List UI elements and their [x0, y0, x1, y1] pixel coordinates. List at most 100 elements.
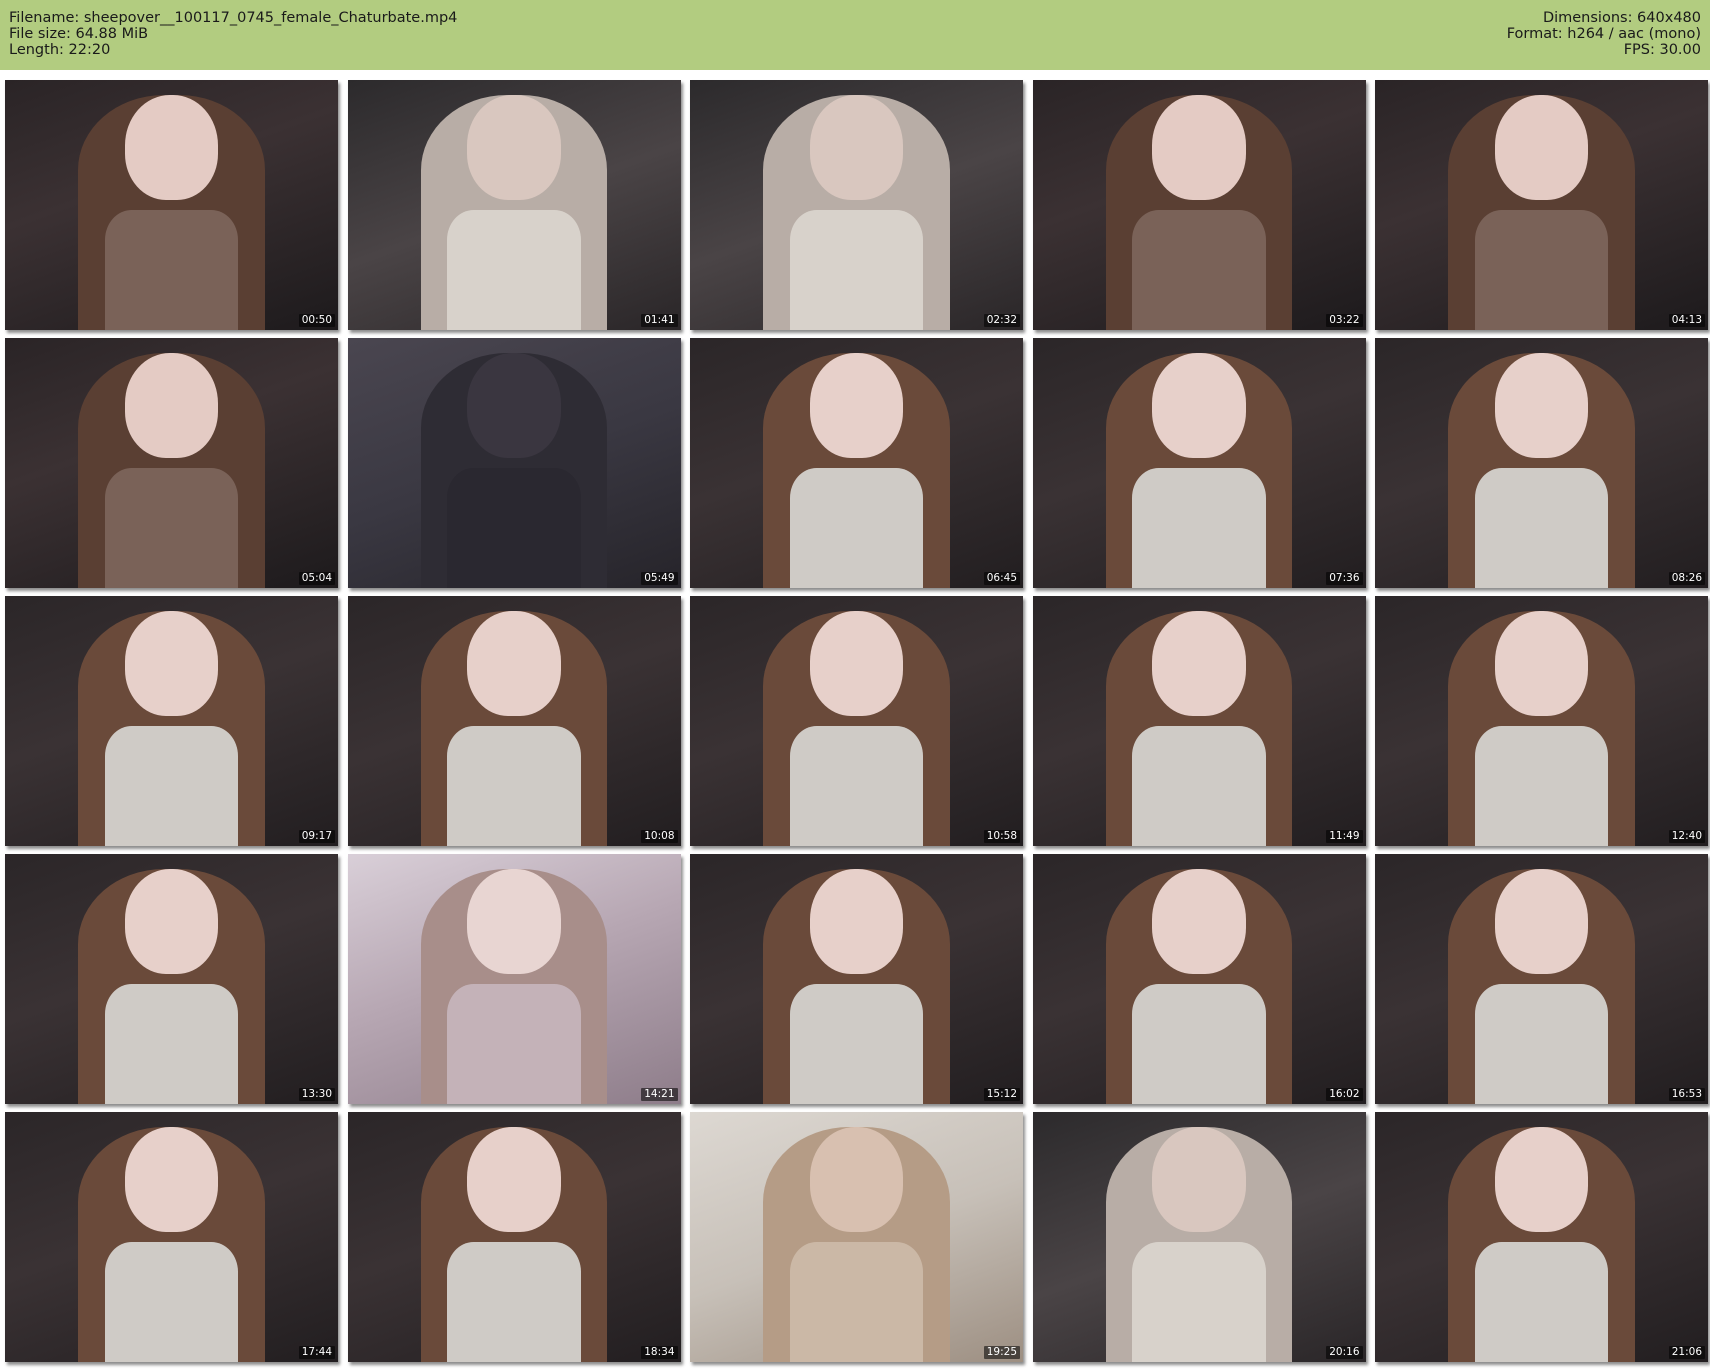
thumbnail-image — [1032, 338, 1366, 588]
video-thumbnail[interactable]: 10:08 — [347, 596, 681, 846]
video-thumbnail[interactable]: 21:06 — [1375, 1112, 1708, 1362]
thumbnail-image — [1375, 1112, 1708, 1362]
dress-shape — [789, 1242, 924, 1362]
thumbnail-image — [690, 596, 1023, 846]
thumbnail-image — [690, 854, 1023, 1104]
video-thumbnail[interactable]: 04:13 — [1375, 80, 1708, 330]
thumbnail-image — [347, 854, 681, 1104]
thumbnail-timestamp: 07:36 — [1326, 572, 1363, 585]
dress-shape — [447, 1242, 581, 1362]
face-shape — [124, 1127, 219, 1232]
thumbnail-timestamp: 19:25 — [983, 1346, 1020, 1359]
dress-shape — [1132, 726, 1266, 846]
thumbnail-timestamp: 01:41 — [641, 314, 678, 327]
thumbnail-image — [1032, 1112, 1366, 1362]
thumbnail-timestamp: 17:44 — [298, 1346, 335, 1359]
video-thumbnail[interactable]: 18:34 — [347, 1112, 681, 1362]
face-shape — [809, 611, 904, 716]
video-thumbnail[interactable]: 03:22 — [1032, 80, 1366, 330]
thumbnail-timestamp: 04:13 — [1668, 314, 1705, 327]
thumbnail-image — [1375, 854, 1708, 1104]
video-thumbnail[interactable]: 13:30 — [5, 854, 338, 1104]
face-shape — [1494, 95, 1589, 200]
dress-shape — [447, 984, 581, 1104]
face-shape — [467, 95, 561, 200]
thumbnail-image — [1375, 596, 1708, 846]
thumbnail-timestamp: 18:34 — [641, 1346, 678, 1359]
dress-shape — [1474, 468, 1609, 588]
dress-shape — [1132, 1242, 1266, 1362]
thumbnail-image — [347, 80, 681, 330]
thumbnail-timestamp: 20:16 — [1326, 1346, 1363, 1359]
thumbnail-image — [5, 854, 338, 1104]
dress-shape — [447, 468, 581, 588]
dress-shape — [1132, 984, 1266, 1104]
filename-text: Filename: sheepover__100117_0745_female_… — [9, 10, 458, 26]
thumbnail-timestamp: 13:30 — [298, 1088, 335, 1101]
face-shape — [1494, 353, 1589, 458]
video-thumbnail[interactable]: 16:02 — [1032, 854, 1366, 1104]
face-shape — [467, 611, 561, 716]
video-thumbnail[interactable]: 05:04 — [5, 338, 338, 588]
thumbnail-image — [5, 596, 338, 846]
video-thumbnail[interactable]: 08:26 — [1375, 338, 1708, 588]
video-thumbnail[interactable]: 19:25 — [690, 1112, 1023, 1362]
face-shape — [809, 869, 904, 974]
length-text: Length: 22:20 — [9, 42, 111, 58]
thumbnail-grid: 00:50 01:41 02:32 03:22 04:13 05:04 05:49 06:45… — [5, 80, 1708, 1362]
video-thumbnail[interactable]: 17:44 — [5, 1112, 338, 1362]
video-thumbnail[interactable]: 00:50 — [5, 80, 338, 330]
thumbnail-timestamp: 08:26 — [1668, 572, 1705, 585]
video-thumbnail[interactable]: 05:49 — [347, 338, 681, 588]
face-shape — [124, 611, 219, 716]
video-thumbnail[interactable]: 12:40 — [1375, 596, 1708, 846]
thumbnail-timestamp: 11:49 — [1326, 830, 1363, 843]
face-shape — [1494, 611, 1589, 716]
video-thumbnail[interactable]: 02:32 — [690, 80, 1023, 330]
thumbnail-image — [347, 596, 681, 846]
dress-shape — [104, 726, 239, 846]
dress-shape — [104, 468, 239, 588]
face-shape — [1152, 611, 1246, 716]
fps-text: FPS: 30.00 — [1623, 42, 1701, 58]
face-shape — [1152, 95, 1246, 200]
face-shape — [809, 353, 904, 458]
thumbnail-timestamp: 10:08 — [641, 830, 678, 843]
thumbnail-image — [5, 338, 338, 588]
thumbnail-timestamp: 05:04 — [298, 572, 335, 585]
thumbnail-timestamp: 21:06 — [1668, 1346, 1705, 1359]
video-thumbnail[interactable]: 15:12 — [690, 854, 1023, 1104]
video-thumbnail[interactable]: 09:17 — [5, 596, 338, 846]
thumbnail-timestamp: 10:58 — [983, 830, 1020, 843]
face-shape — [467, 1127, 561, 1232]
thumbnail-timestamp: 06:45 — [983, 572, 1020, 585]
face-shape — [467, 353, 561, 458]
video-thumbnail[interactable]: 10:58 — [690, 596, 1023, 846]
thumbnail-image — [1375, 338, 1708, 588]
thumbnail-image — [347, 1112, 681, 1362]
video-thumbnail[interactable]: 11:49 — [1032, 596, 1366, 846]
thumbnail-timestamp: 14:21 — [641, 1088, 678, 1101]
video-thumbnail[interactable]: 06:45 — [690, 338, 1023, 588]
video-thumbnail[interactable]: 16:53 — [1375, 854, 1708, 1104]
video-thumbnail[interactable]: 20:16 — [1032, 1112, 1366, 1362]
dress-shape — [1474, 1242, 1609, 1362]
face-shape — [124, 353, 219, 458]
face-shape — [1152, 869, 1246, 974]
dress-shape — [104, 1242, 239, 1362]
video-thumbnail[interactable]: 01:41 — [347, 80, 681, 330]
video-thumbnail[interactable]: 14:21 — [347, 854, 681, 1104]
thumbnail-image — [690, 338, 1023, 588]
thumbnail-image — [690, 80, 1023, 330]
dress-shape — [104, 210, 239, 330]
thumbnail-timestamp: 09:17 — [298, 830, 335, 843]
thumbnail-timestamp: 05:49 — [641, 572, 678, 585]
file-info-header: Filename: sheepover__100117_0745_female_… — [0, 0, 1710, 70]
thumbnail-timestamp: 00:50 — [298, 314, 335, 327]
video-thumbnail[interactable]: 07:36 — [1032, 338, 1366, 588]
thumbnail-image — [347, 338, 681, 588]
face-shape — [1494, 1127, 1589, 1232]
file-info-right: Dimensions: 640x480 Format: h264 / aac (… — [1507, 10, 1701, 58]
face-shape — [124, 869, 219, 974]
filesize-text: File size: 64.88 MiB — [9, 26, 149, 42]
